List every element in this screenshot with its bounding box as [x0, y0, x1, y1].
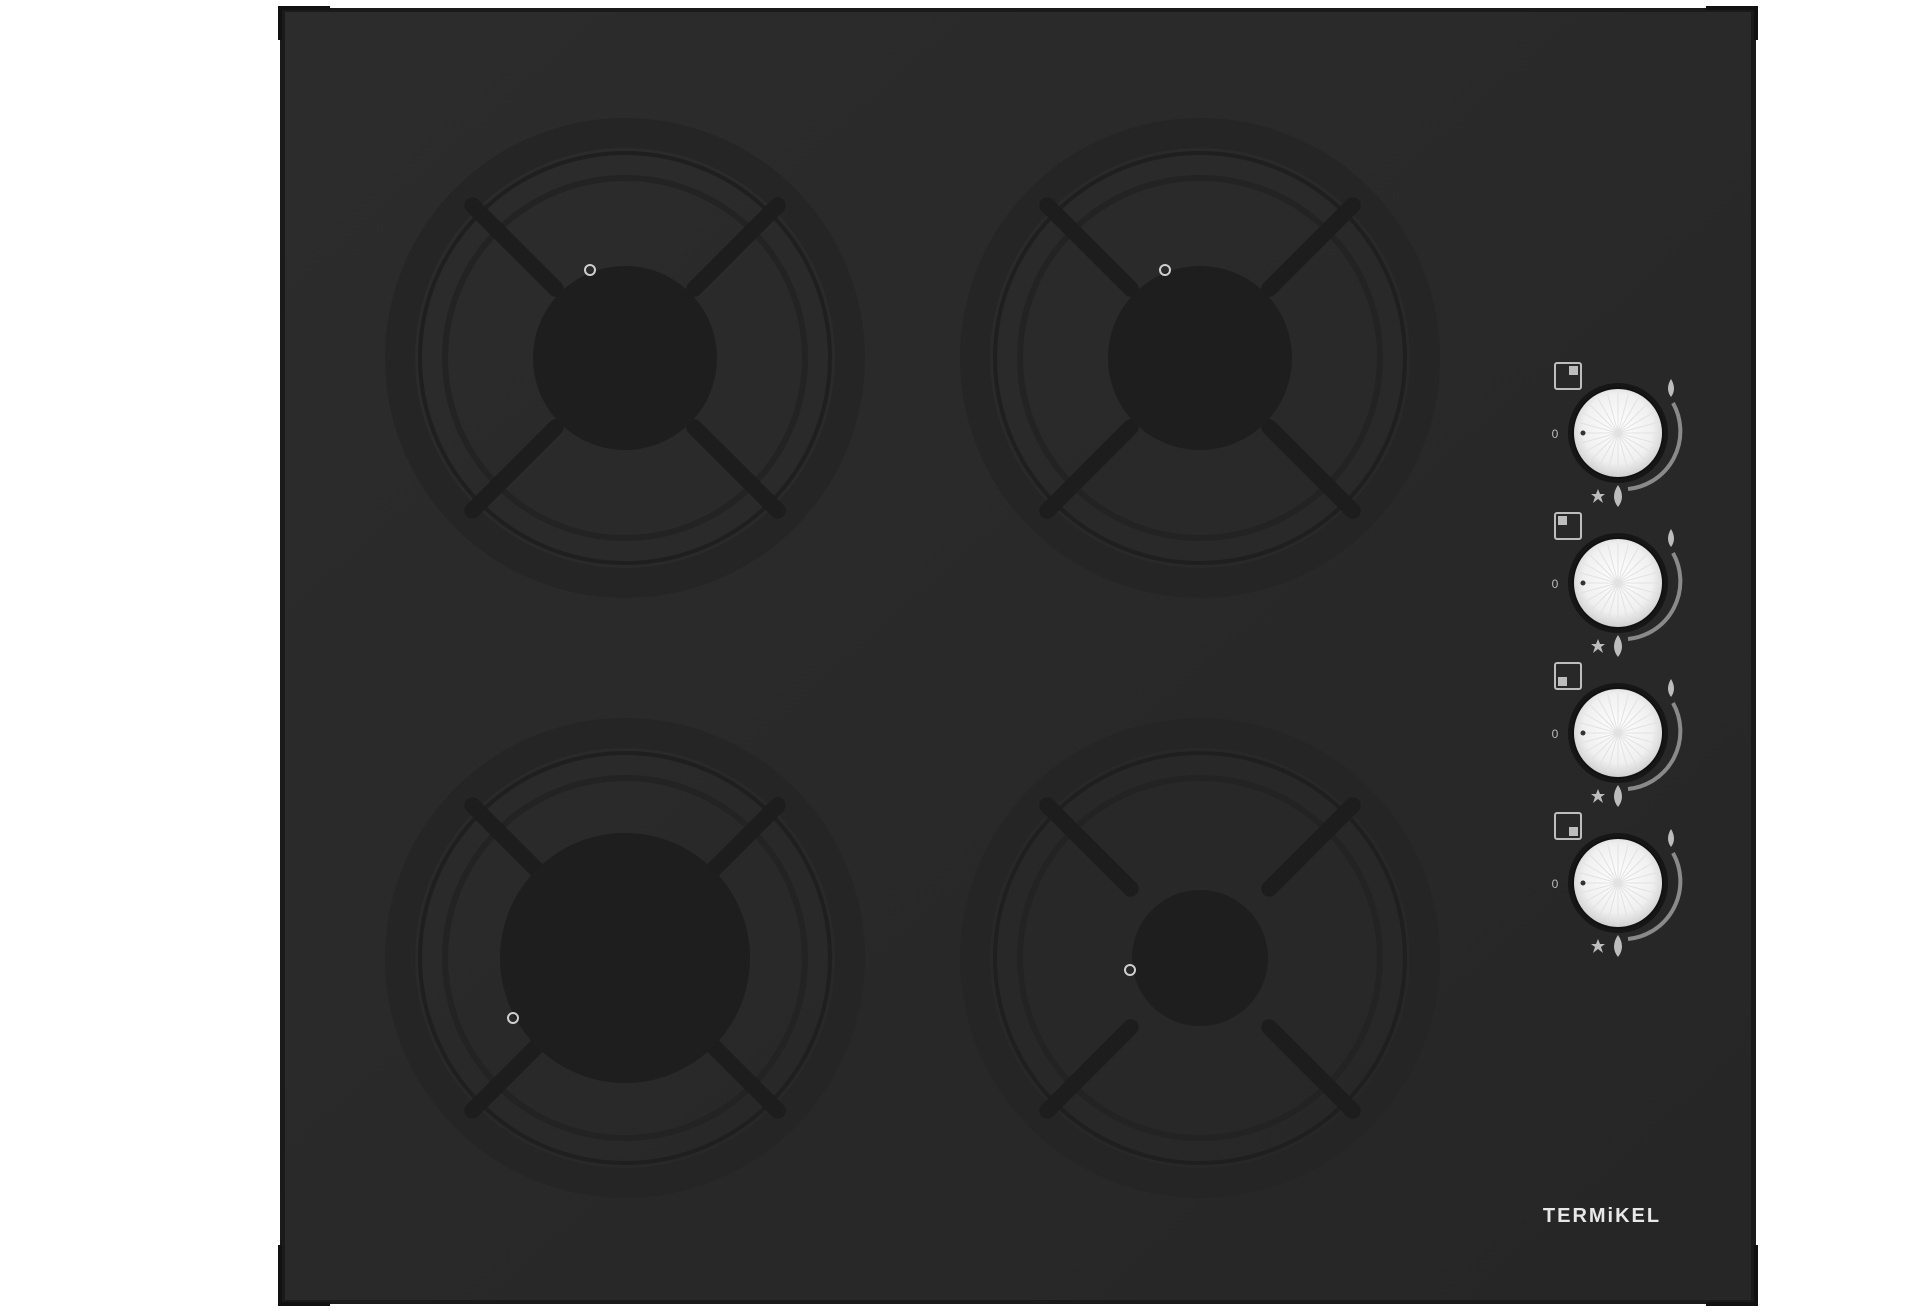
- burner-position-marker: [1569, 366, 1578, 375]
- knob-indicator-dot: [1580, 880, 1586, 886]
- off-mark: 0: [1552, 877, 1559, 891]
- burner-position-marker: [1569, 827, 1578, 836]
- knob-indicator-dot: [1580, 430, 1586, 436]
- burner-position-marker: [1558, 516, 1567, 525]
- burner-cap: [500, 833, 750, 1083]
- gas-hob: 0 0 0 0 TERMiKEL: [278, 6, 1758, 1306]
- burner-position-marker: [1558, 677, 1567, 686]
- brand-logo: TERMiKEL: [1543, 1205, 1661, 1227]
- off-mark: 0: [1552, 577, 1559, 591]
- knob-indicator-dot: [1580, 580, 1586, 586]
- off-mark: 0: [1552, 727, 1559, 741]
- burner-cap: [1132, 890, 1268, 1026]
- burner-cap: [533, 266, 717, 450]
- off-mark: 0: [1552, 427, 1559, 441]
- knob-indicator-dot: [1580, 730, 1586, 736]
- product-photo: 0 0 0 0 TERMiKEL: [0, 0, 1920, 1307]
- burner-cap: [1108, 266, 1292, 450]
